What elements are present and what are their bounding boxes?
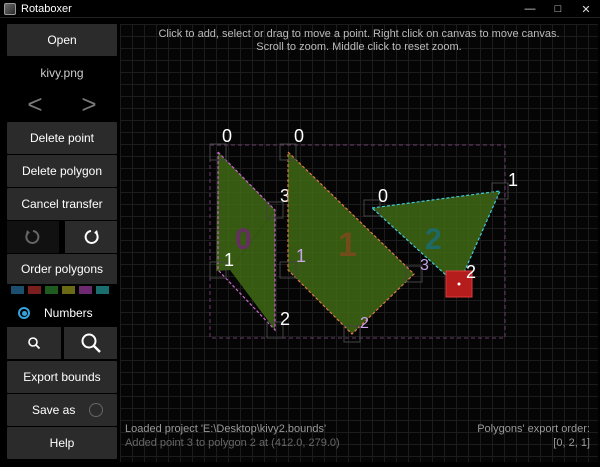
polygon-swatch[interactable] (27, 285, 42, 295)
filename-label: kivy.png (40, 66, 84, 80)
window-title: Rotaboxer (21, 2, 72, 15)
polygon-swatch[interactable] (95, 285, 110, 295)
undo-button[interactable] (7, 221, 59, 253)
save-as-label: Save as (32, 403, 76, 417)
polygon-2-label: 2 (425, 223, 442, 256)
polygon-1-label: 1 (338, 226, 357, 264)
export-order-value: [0, 2, 1] (553, 437, 590, 449)
save-as-button[interactable]: Save as (7, 394, 117, 426)
sidebar: Open kivy.png < > Delete point Delete po… (7, 24, 117, 462)
polygon-0[interactable]: 0 0 1 2 3 (209, 126, 290, 339)
window-controls: — □ ✕ (516, 0, 600, 18)
title-bar: Rotaboxer — □ ✕ (0, 0, 600, 18)
polygon-0-label: 0 (235, 223, 252, 256)
polygon-0-point-0: 0 (222, 126, 232, 146)
polygon-swatch[interactable] (61, 285, 76, 295)
delete-point-button[interactable]: Delete point (7, 122, 117, 154)
polygon-swatches (10, 285, 110, 295)
save-as-toggle-icon[interactable] (89, 403, 103, 417)
status-last-action: Added point 3 to polygon 2 at (412.0, 27… (125, 437, 340, 449)
polygon-2-point-0: 0 (378, 186, 388, 206)
close-icon[interactable]: ✕ (572, 0, 600, 18)
help-button[interactable]: Help (7, 427, 117, 459)
app-icon (4, 2, 16, 15)
delete-polygon-button[interactable]: Delete polygon (7, 155, 117, 187)
zoom-out-button[interactable] (7, 327, 61, 359)
export-bounds-button[interactable]: Export bounds (7, 361, 117, 393)
zoom-in-icon (81, 333, 101, 353)
polygon-2-point-1: 1 (508, 170, 518, 190)
cancel-transfer-button[interactable]: Cancel transfer (7, 188, 117, 220)
radio-checked-icon[interactable] (18, 307, 30, 319)
polygon-swatch[interactable] (78, 285, 93, 295)
prev-image-button[interactable]: < (25, 89, 45, 119)
status-loaded: Loaded project 'E:\Desktop\kivy2.bounds' (125, 423, 327, 435)
maximize-icon[interactable]: □ (544, 0, 572, 18)
zoom-out-icon (28, 337, 41, 350)
polygon-2-point-2: 2 (466, 262, 476, 282)
polygon-1-point-1: 1 (296, 246, 306, 266)
export-order-label: Polygons' export order: (477, 423, 590, 435)
polygon-0-point-1: 1 (224, 250, 234, 270)
open-button[interactable]: Open (7, 24, 117, 56)
undo-icon (25, 230, 40, 244)
polygon-swatch[interactable] (10, 285, 25, 295)
polygon-0-point-2: 2 (280, 309, 290, 329)
polygon-layer[interactable]: 0 0 1 2 3 1 0 1 2 3 2 0 1 2 (120, 24, 598, 462)
selected-vertex-dot (457, 282, 461, 286)
redo-icon (84, 230, 99, 244)
zoom-in-button[interactable] (64, 327, 117, 359)
editing-canvas[interactable]: Click to add, select or drag to move a p… (120, 24, 598, 462)
polygon-1-point-0: 0 (294, 126, 304, 146)
order-polygons-button[interactable]: Order polygons (7, 254, 117, 284)
redo-button[interactable] (65, 221, 117, 253)
numbers-toggle[interactable]: Numbers (7, 304, 117, 322)
polygon-1-point-2: 2 (360, 315, 369, 332)
polygon-swatch[interactable] (44, 285, 59, 295)
polygon-1-point-3: 3 (420, 257, 429, 274)
minimize-icon[interactable]: — (516, 0, 544, 18)
numbers-label: Numbers (44, 306, 93, 320)
next-image-button[interactable]: > (79, 89, 99, 119)
